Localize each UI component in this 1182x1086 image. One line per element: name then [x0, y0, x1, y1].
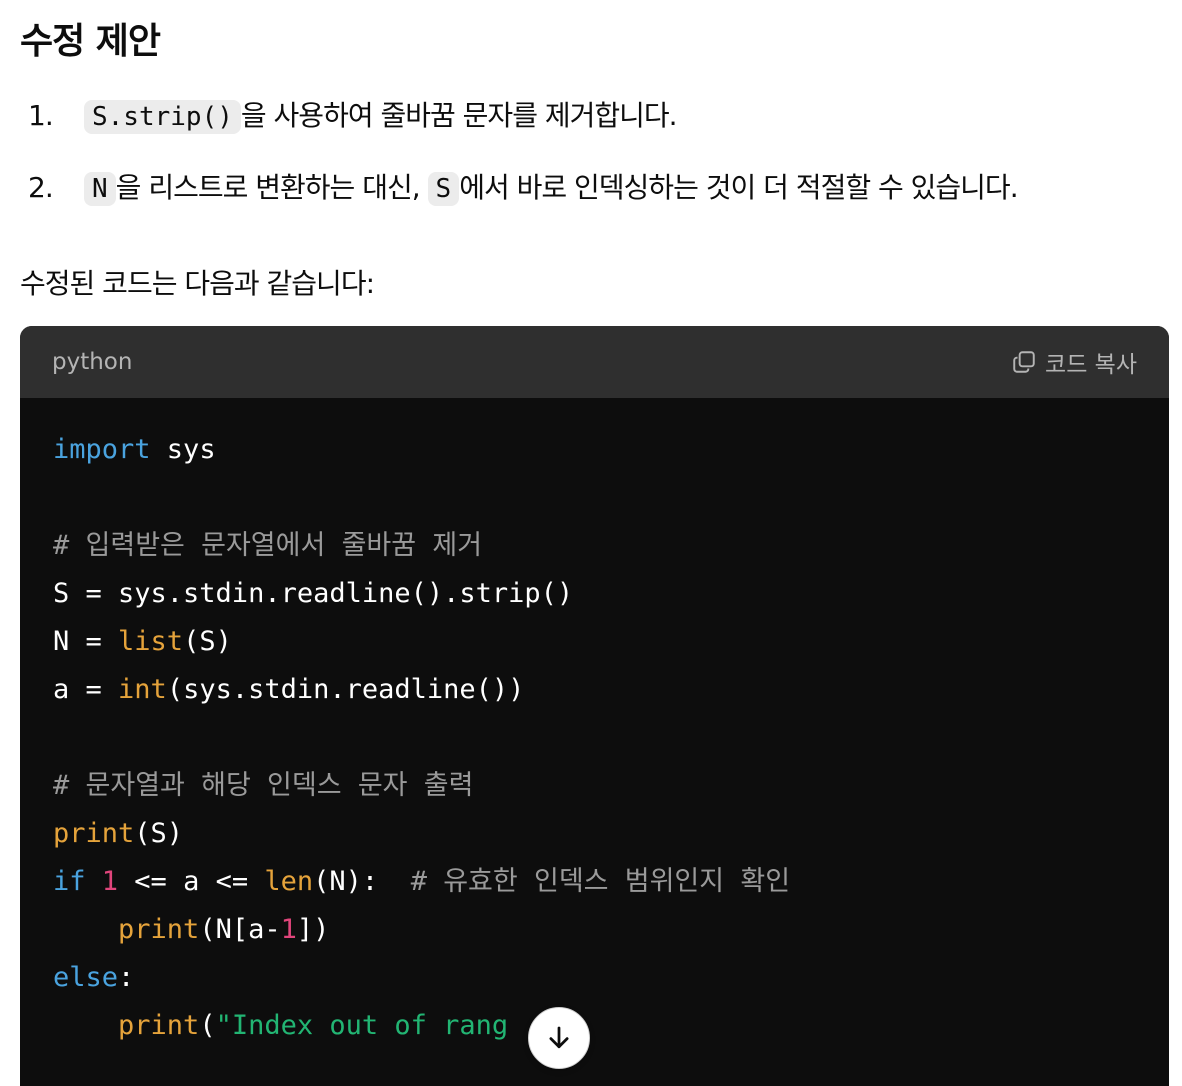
scroll-down-button[interactable]: [528, 1007, 590, 1069]
code-token: ]): [296, 914, 330, 945]
code-language: python: [52, 349, 133, 375]
code-token: <= a <=: [118, 866, 265, 897]
code-token: a =: [53, 674, 119, 705]
code-token: (N):: [313, 866, 411, 897]
code-token: S = sys.stdin.readline().strip(): [53, 578, 574, 609]
inline-code: S: [427, 172, 460, 206]
code-token: N =: [53, 626, 119, 657]
code-token: len: [264, 866, 314, 897]
code-token: print: [118, 914, 200, 945]
code-content: import sys # 입력받은 문자열에서 줄바꿈 제거 S = sys.s…: [20, 398, 1169, 1078]
code-token: print: [53, 818, 135, 849]
copy-code-button[interactable]: 코드 복사: [1011, 345, 1137, 379]
code-token: (S): [183, 626, 232, 657]
code-token: sys: [150, 434, 216, 465]
code-token: # 입력받은 문자열에서 줄바꿈 제거: [53, 530, 483, 561]
copy-label: 코드 복사: [1045, 352, 1137, 378]
code-token: list: [118, 626, 184, 657]
section-heading: 수정 제안: [20, 21, 161, 62]
list-item-1: 1. S.strip() 을 사용하여 줄바꿈 문자를 제거합니다.: [28, 94, 678, 134]
code-block: python 코드 복사 import sys # 입력받은 문자열에서 줄바꿈…: [20, 326, 1169, 1086]
list-number: 1.: [28, 99, 54, 132]
code-token: # 문자열과 해당 인덱스 문자 출력: [53, 770, 474, 801]
code-token: 1: [280, 914, 297, 945]
code-token: :: [118, 962, 135, 993]
inline-code: N: [84, 172, 116, 206]
code-token: else: [53, 962, 119, 993]
code-token: (N[a-: [199, 914, 281, 945]
copy-icon: [1013, 351, 1035, 373]
paragraph: 수정된 코드는 다음과 같습니다:: [20, 267, 375, 300]
inline-code: S.strip(): [84, 100, 241, 134]
code-token: print: [118, 1010, 200, 1041]
list-item-2: 2. N 을 리스트로 변환하는 대신, S 에서 바로 인덱싱하는 것이 더 적절할…: [28, 166, 1019, 206]
list-number: 2.: [28, 171, 54, 204]
list-text: 을 리스트로 변환하는 대신,: [115, 171, 428, 204]
list-text: 을 사용하여 줄바꿈 문자를 제거합니다.: [240, 99, 678, 132]
arrow-down-icon: [549, 1026, 569, 1049]
code-token: (S): [134, 818, 184, 849]
code-token: "Index out of rang: [215, 1010, 509, 1041]
code-token: import: [53, 434, 151, 465]
code-token: (sys.stdin.readline()): [166, 674, 525, 705]
code-token: int: [118, 674, 167, 705]
code-token: # 유효한 인덱스 범위인지 확인: [410, 866, 791, 897]
code-header: python 코드 복사: [20, 326, 1169, 398]
list-text: 에서 바로 인덱싱하는 것이 더 적절할 수 있습니다.: [459, 171, 1018, 204]
code-token: if: [53, 866, 86, 897]
code-token: 1: [101, 866, 119, 897]
code-token: (: [199, 1010, 216, 1041]
